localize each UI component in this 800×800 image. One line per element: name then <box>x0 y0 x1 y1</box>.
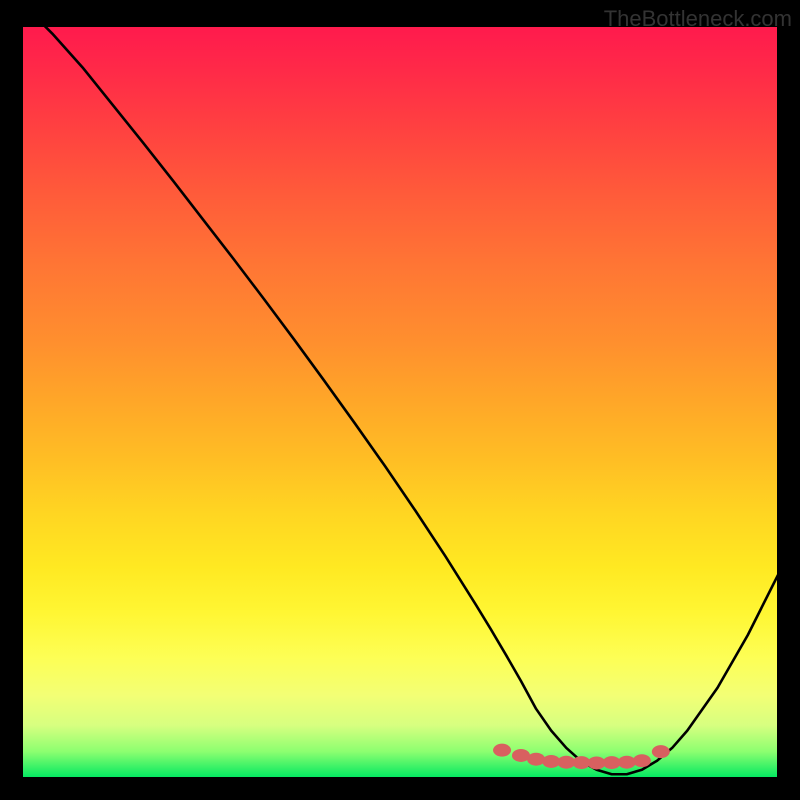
highlight-dot <box>618 756 636 769</box>
highlight-dot <box>633 754 651 767</box>
highlight-dots <box>493 744 670 770</box>
watermark-text: TheBottleneck.com <box>604 6 792 32</box>
highlight-dot <box>493 744 511 757</box>
highlight-dot <box>527 753 545 766</box>
plot-area <box>22 26 778 778</box>
highlight-dot <box>652 745 670 758</box>
chart-container: TheBottleneck.com <box>0 0 800 800</box>
chart-svg <box>22 26 778 778</box>
curve-line <box>22 26 778 774</box>
